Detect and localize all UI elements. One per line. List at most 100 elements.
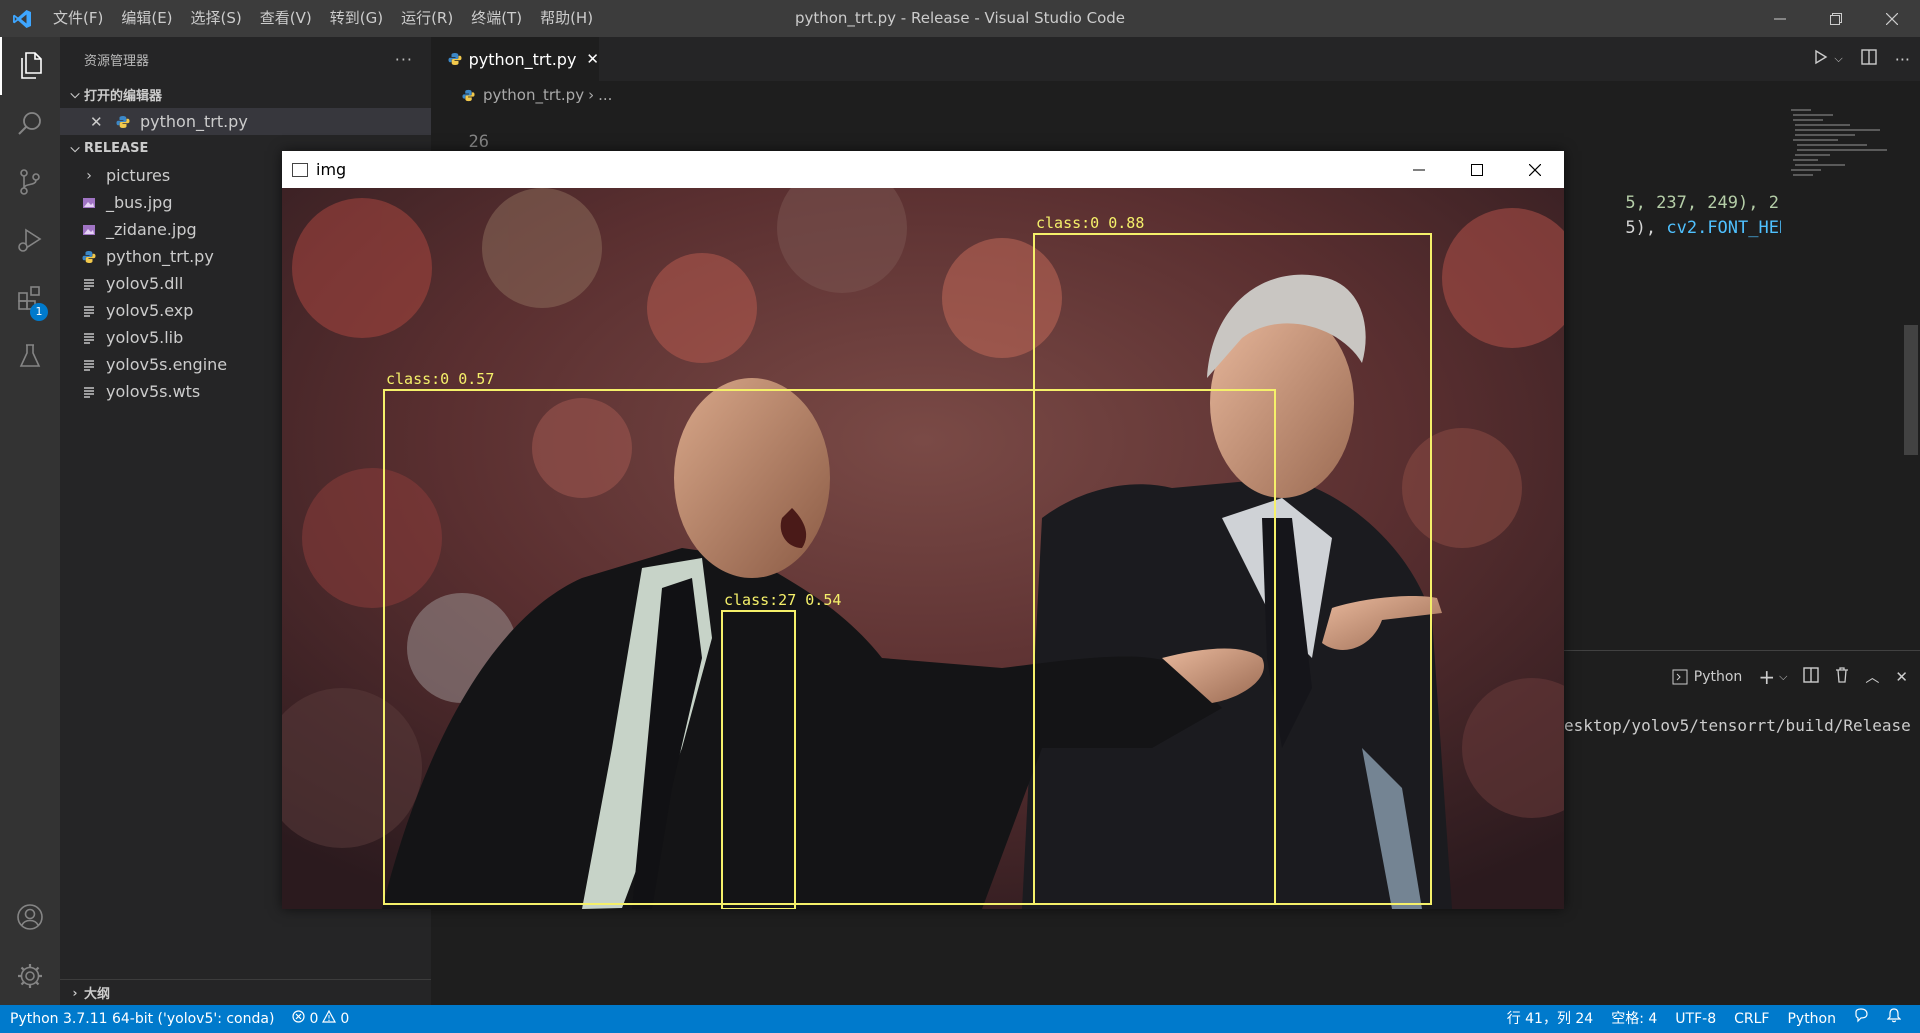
more-actions-icon[interactable]: ··· [1895,50,1910,69]
menu-bar: 文件(F) 编辑(E) 选择(S) 查看(V) 转到(G) 运行(R) 终端(T… [44,0,602,37]
cursor-position[interactable]: 行 41，列 24 [1498,1005,1603,1033]
outline-label: 大纲 [84,987,111,1002]
minimap[interactable] [1781,109,1900,649]
split-editor-icon[interactable] [1861,49,1877,69]
file-label: _zidane.jpg [106,220,197,239]
image-window-titlebar[interactable]: img [282,151,1564,188]
minimize-button[interactable] [1752,0,1808,37]
editor-tab-bar: python_trt.py ✕ ⌵ ··· [431,37,1920,81]
menu-go[interactable]: 转到(G) [321,0,392,37]
panel-actions: Python + ⌵ ︿ ✕ [1672,665,1908,689]
activity-bar: 1 [0,37,60,1005]
python-file-icon [457,89,479,102]
file-label: yolov5.lib [106,328,184,347]
chevron-down-icon: ⌵ [70,141,80,155]
editor-scrollbar[interactable] [1904,325,1918,455]
close-editor-icon[interactable]: ✕ [90,113,106,131]
account-icon[interactable] [0,888,60,946]
open-editor-item[interactable]: ✕ python_trt.py [60,108,431,135]
detection-label: class:0 0.88 [1036,214,1144,232]
breadcrumb: python_trt.py › ... [431,81,1920,109]
file-label: yolov5s.wts [106,382,201,401]
release-folder-label: RELEASE [84,141,149,156]
restore-button[interactable] [1808,0,1864,37]
menu-selection[interactable]: 选择(S) [182,0,251,37]
chevron-down-icon: ⌵ [70,87,80,101]
minimize-button[interactable] [1390,151,1448,188]
file-label: yolov5.dll [106,274,184,293]
indentation[interactable]: 空格: 4 [1602,1005,1666,1033]
status-bar-right: 行 41，列 24 空格: 4 UTF-8 CRLF Python [1498,1005,1910,1033]
more-actions-icon[interactable]: ··· [395,50,413,69]
chevron-down-icon[interactable]: ⌵ [1834,52,1842,66]
tab-python-trt[interactable]: python_trt.py ✕ [431,37,599,81]
chevron-right-icon: › [86,167,92,184]
terminal-selector[interactable]: Python [1672,669,1743,685]
close-tab-icon[interactable]: ✕ [586,50,599,68]
code-fragment-rectangle: 5, 237, 249), 2) [1564,173,1789,213]
vscode-window: 文件(F) 编辑(E) 选择(S) 查看(V) 转到(G) 运行(R) 终端(T… [0,0,1920,1033]
text-file-icon [78,385,100,399]
image-window-title: img [316,160,347,179]
menu-run[interactable]: 运行(R) [392,0,462,37]
file-label: python_trt.py [106,247,214,266]
code-fragment-text: 5), [1625,218,1667,238]
detection-label: class:0 0.57 [386,370,494,388]
detection-image: class:0 0.88 class:0 0.57 class:27 0.54 [282,188,1564,909]
testing-icon[interactable] [0,327,60,385]
maximize-button[interactable] [1448,151,1506,188]
image-file-icon [78,223,100,237]
trash-icon[interactable] [1835,667,1849,687]
extensions-icon[interactable]: 1 [0,269,60,327]
run-file-icon[interactable] [1814,49,1828,69]
window-app-icon [292,162,308,177]
close-button[interactable] [1506,151,1564,188]
text-file-icon [78,331,100,345]
tab-label: python_trt.py [468,49,577,69]
terminal-output[interactable]: esktop/yolov5/tensorrt/build/Release [1564,716,1911,735]
close-button[interactable] [1864,0,1920,37]
file-label: yolov5.exp [106,301,194,320]
menu-view[interactable]: 查看(V) [251,0,321,37]
image-viewer-window[interactable]: img class:0 0.88 class:0 0.57 class:27 0… [282,151,1564,909]
python-file-icon [447,52,463,66]
breadcrumb-file[interactable]: python_trt.py [483,86,584,104]
image-window-controls [1390,151,1564,188]
menu-edit[interactable]: 编辑(E) [112,0,181,37]
notifications-bell-icon[interactable] [1878,1005,1910,1033]
menu-file[interactable]: 文件(F) [44,0,112,37]
settings-gear-icon[interactable] [0,947,60,1005]
encoding[interactable]: UTF-8 [1666,1005,1725,1033]
source-control-icon[interactable] [0,153,60,211]
chevron-down-icon[interactable]: ⌵ [1779,670,1787,684]
python-interpreter[interactable]: Python 3.7.11 64-bit ('yolov5': conda) [0,1005,283,1033]
add-terminal-icon[interactable]: + [1758,665,1775,689]
feedback-icon[interactable] [1845,1005,1878,1033]
window-controls [1752,0,1920,37]
outline-section[interactable]: › 大纲 [60,979,431,1005]
terminal-label: Python [1693,669,1743,685]
line-ending[interactable]: CRLF [1725,1005,1778,1033]
close-panel-icon[interactable]: ✕ [1895,668,1908,686]
menu-terminal[interactable]: 终端(T) [462,0,531,37]
search-icon[interactable] [0,95,60,153]
problems-indicator[interactable]: 0 0 [283,1005,358,1033]
open-editors-section[interactable]: ⌵ 打开的编辑器 [60,81,431,108]
menu-help[interactable]: 帮助(H) [531,0,602,37]
open-editors-label: 打开的编辑器 [84,89,163,104]
run-debug-icon[interactable] [0,211,60,269]
split-terminal-icon[interactable] [1803,667,1820,687]
breadcrumb-symbols[interactable]: ... [598,86,612,104]
python-file-icon [112,115,134,129]
explorer-icon[interactable] [0,37,60,95]
text-file-icon [78,304,100,318]
vscode-logo-icon [0,0,44,37]
code-line-26: 26 for temp in bbox_array: [431,112,796,172]
language-mode[interactable]: Python [1778,1005,1845,1033]
warning-icon [322,1005,337,1033]
sidebar-title: 资源管理器 [84,53,150,69]
detection-label: class:27 0.54 [724,591,841,609]
image-file-icon [78,196,100,210]
error-icon [292,1005,306,1033]
maximize-panel-icon[interactable]: ︿ [1865,667,1879,687]
